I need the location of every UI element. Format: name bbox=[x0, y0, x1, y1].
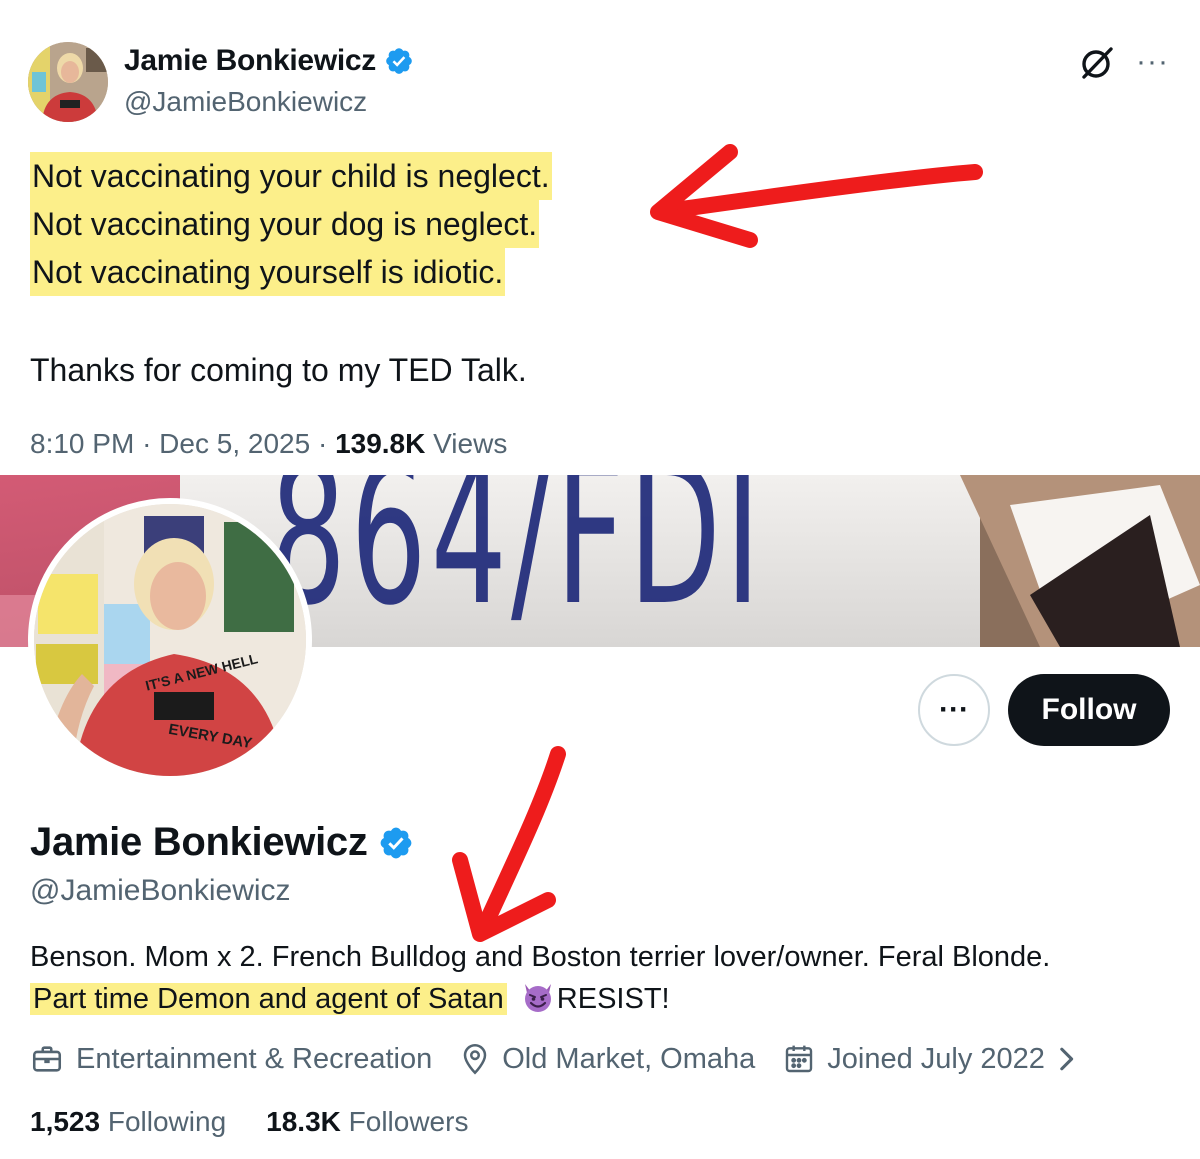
tweet-author-avatar[interactable] bbox=[28, 42, 108, 122]
tweet-line-1: Not vaccinating your child is neglect. bbox=[30, 152, 552, 200]
joined-text[interactable]: Joined July 2022 bbox=[827, 1043, 1045, 1076]
tweet-views-count: 139.8K bbox=[335, 428, 426, 459]
location-text: Old Market, Omaha bbox=[502, 1042, 756, 1075]
following-label[interactable]: Following bbox=[108, 1106, 226, 1137]
tweet-author-name[interactable]: Jamie Bonkiewicz bbox=[124, 44, 414, 78]
tweet-line-2: Not vaccinating your dog is neglect. bbox=[30, 200, 540, 248]
following-stat[interactable]: 1,523 Following bbox=[30, 1106, 226, 1138]
banner-plate-text: 864/FDI bbox=[270, 475, 765, 647]
profile-more-button[interactable]: ··· bbox=[918, 674, 990, 746]
profile-name: Jamie Bonkiewicz bbox=[30, 820, 414, 865]
tweet-body: Not vaccinating your child is neglect. N… bbox=[30, 152, 552, 296]
calendar-icon bbox=[786, 1045, 813, 1073]
tweet-date[interactable]: Dec 5, 2025 bbox=[159, 428, 310, 459]
category-text: Entertainment & Recreation bbox=[76, 1042, 433, 1075]
profile-joined[interactable]: Joined July 2022 bbox=[783, 1043, 1075, 1076]
tweet-line-3: Not vaccinating yourself is idiotic. bbox=[30, 248, 506, 296]
follow-button[interactable]: Follow bbox=[1008, 674, 1170, 746]
profile-location: Old Market, Omaha bbox=[460, 1042, 755, 1076]
bio-end: RESIST! bbox=[556, 983, 670, 1015]
more-icon: ··· bbox=[939, 693, 969, 726]
verified-badge-icon bbox=[386, 48, 412, 74]
verified-badge-icon[interactable] bbox=[378, 825, 414, 861]
smiling-devil-emoji bbox=[524, 984, 551, 1012]
profile-name-text: Jamie Bonkiewicz bbox=[30, 820, 368, 864]
chevron-right-icon[interactable] bbox=[1057, 1045, 1075, 1073]
bio-line-2: Part time Demon and agent of Satan RESIS… bbox=[30, 978, 1170, 1020]
briefcase-icon bbox=[32, 1046, 62, 1072]
profile-handle: @JamieBonkiewicz bbox=[30, 874, 291, 907]
tweet-time[interactable]: 8:10 PM bbox=[30, 428, 134, 459]
meta-separator: · bbox=[317, 428, 328, 459]
location-pin-icon bbox=[463, 1044, 487, 1075]
tweet-meta: 8:10 PM · Dec 5, 2025 · 139.8K Views bbox=[30, 428, 507, 460]
profile-info-row: Entertainment & Recreation Old Market, O… bbox=[30, 1042, 1075, 1076]
tweet-views-label: Views bbox=[433, 428, 508, 459]
followers-label[interactable]: Followers bbox=[349, 1106, 469, 1137]
annotation-arrow-left bbox=[650, 144, 983, 248]
tweet-closing-line: Thanks for coming to my TED Talk. bbox=[30, 352, 527, 388]
tweet-author-name-text[interactable]: Jamie Bonkiewicz bbox=[124, 44, 376, 78]
following-count[interactable]: 1,523 bbox=[30, 1106, 100, 1137]
profile-category: Entertainment & Recreation bbox=[30, 1042, 432, 1076]
profile-bio: Benson. Mom x 2. French Bulldog and Bost… bbox=[30, 936, 1170, 1020]
meta-separator: · bbox=[142, 428, 152, 459]
profile-avatar[interactable]: IT'S A NEW HELL EVERY DAY bbox=[28, 498, 312, 782]
followers-count[interactable]: 18.3K bbox=[266, 1106, 341, 1137]
grok-icon[interactable] bbox=[1078, 44, 1116, 82]
bio-highlight: Part time Demon and agent of Satan bbox=[30, 983, 507, 1015]
followers-stat[interactable]: 18.3K Followers bbox=[266, 1106, 468, 1138]
more-icon[interactable]: ··· bbox=[1136, 47, 1169, 77]
tweet-card: Jamie Bonkiewicz @JamieBonkiewicz ··· No… bbox=[0, 0, 1200, 475]
tweet-author-handle[interactable]: @JamieBonkiewicz bbox=[124, 86, 367, 118]
annotation-arrow-down bbox=[452, 746, 566, 942]
profile-stats: 1,523 Following 18.3K Followers bbox=[30, 1106, 468, 1138]
bio-line-1: Benson. Mom x 2. French Bulldog and Bost… bbox=[30, 941, 1051, 973]
